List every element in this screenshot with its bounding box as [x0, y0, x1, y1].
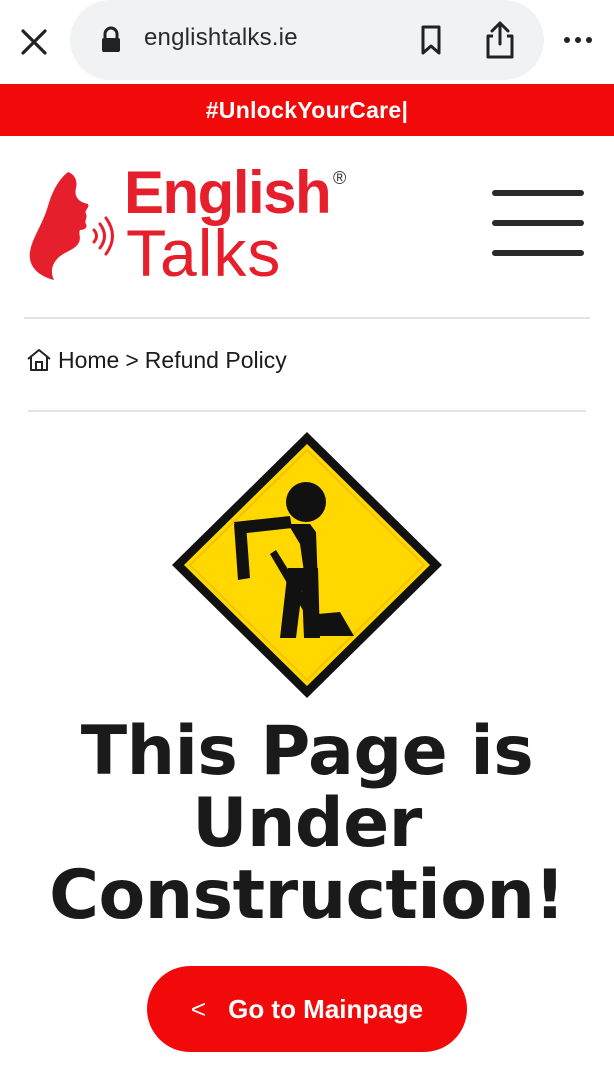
chevron-left-icon: < — [190, 993, 207, 1024]
logo-wordmark-talks: Talks — [126, 216, 282, 290]
breadcrumb-current: Refund Policy — [144, 346, 287, 373]
heading-line: Construction! — [49, 856, 565, 935]
announcement-text: #UnlockYourCare| — [205, 96, 409, 123]
construction-sign-icon — [172, 432, 442, 698]
logo-wordmark-english: English — [124, 159, 332, 226]
announcement-banner: #UnlockYourCare| — [0, 84, 614, 136]
menu-icon-bar — [492, 220, 584, 226]
lock-icon — [102, 26, 120, 52]
go-to-mainpage-label: Go to Mainpage — [228, 993, 424, 1024]
header-divider — [24, 317, 590, 319]
url-text[interactable]: englishtalks.ie — [144, 24, 298, 52]
speaking-face-logo-icon — [29, 172, 114, 280]
breadcrumb: Home > Refund Policy — [26, 343, 287, 377]
breadcrumb-home-link[interactable]: Home — [58, 347, 119, 374]
close-tab-button[interactable] — [14, 22, 54, 62]
close-icon — [21, 29, 47, 55]
registered-mark: ® — [333, 168, 347, 188]
browser-toolbar: englishtalks.ie — [0, 0, 614, 82]
under-construction-heading: This Page is Under Construction! — [20, 716, 594, 932]
menu-button[interactable] — [490, 188, 586, 258]
breadcrumb-divider — [28, 410, 586, 412]
address-bar[interactable]: englishtalks.ie — [70, 0, 544, 80]
go-to-mainpage-button[interactable]: < Go to Mainpage — [147, 966, 467, 1052]
share-icon[interactable] — [482, 20, 518, 60]
menu-icon — [492, 190, 584, 196]
heading-line: Under — [192, 784, 422, 863]
site-logo[interactable]: English ® Talks — [28, 159, 368, 290]
more-icon[interactable] — [560, 28, 596, 52]
home-icon[interactable] — [26, 347, 52, 373]
breadcrumb-separator: > — [125, 346, 139, 373]
heading-line: This Page is — [80, 712, 534, 791]
menu-icon-bar — [492, 250, 584, 256]
bookmark-icon[interactable] — [416, 24, 446, 56]
